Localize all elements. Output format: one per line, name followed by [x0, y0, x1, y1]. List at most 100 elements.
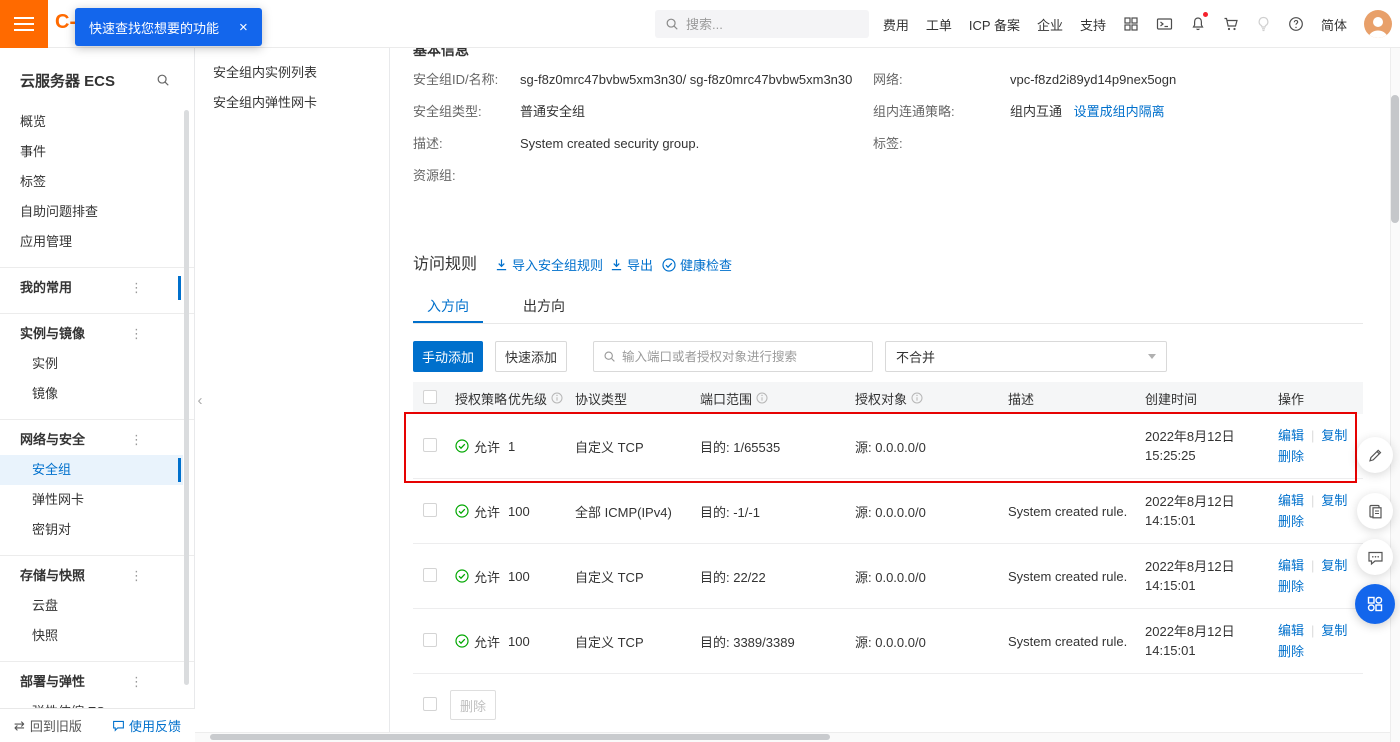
nav-billing[interactable]: 费用: [883, 15, 909, 34]
sidebar-item-instances[interactable]: 实例: [0, 349, 183, 379]
more-icon[interactable]: ⋮: [130, 319, 143, 349]
rule-search-input[interactable]: [622, 349, 852, 364]
edit-link[interactable]: 编辑: [1278, 493, 1304, 508]
source-cell: 源: 0.0.0.0/0: [855, 569, 926, 585]
sidebar-group-storage-snapshots[interactable]: 存储与快照 ⋮: [0, 561, 183, 591]
nav-enterprise[interactable]: 企业: [1037, 15, 1063, 34]
sidebar-group-instances-images[interactable]: 实例与镜像 ⋮: [0, 319, 183, 349]
edit-link[interactable]: 编辑: [1278, 558, 1304, 573]
export-link[interactable]: 导出: [610, 255, 653, 274]
cart-icon[interactable]: [1223, 16, 1239, 32]
edit-link[interactable]: 编辑: [1278, 428, 1304, 443]
nav-support[interactable]: 支持: [1080, 15, 1106, 34]
priority-cell: 100: [508, 568, 530, 584]
widget-expand-button[interactable]: [1355, 584, 1395, 624]
nav-tickets[interactable]: 工单: [926, 15, 952, 34]
sidebar-item-overview[interactable]: 概览: [0, 107, 183, 137]
delete-link[interactable]: 删除: [1278, 449, 1304, 464]
field-label-tags: 标签:: [873, 136, 903, 151]
notifications-bell-icon[interactable]: [1190, 12, 1208, 32]
copy-link[interactable]: 复制: [1321, 493, 1347, 508]
sidebar-item-tags[interactable]: 标签: [0, 167, 183, 197]
info-icon[interactable]: [551, 392, 563, 404]
feedback-edit-button[interactable]: [1357, 437, 1393, 473]
batch-checkbox[interactable]: [423, 696, 437, 711]
sidebar-item-key-pairs[interactable]: 密钥对: [0, 515, 183, 545]
merge-select[interactable]: 不合并: [885, 341, 1167, 372]
subnav-item-instances-in-group[interactable]: 安全组内实例列表: [195, 58, 389, 88]
field-value-network: vpc-f8zd2i89yd14p9nex5ogn: [1010, 72, 1177, 87]
source-cell: 源: 0.0.0.0/0: [855, 634, 926, 650]
quick-add-button[interactable]: 快速添加: [495, 341, 567, 372]
feedback-link[interactable]: 使用反馈: [112, 716, 181, 735]
global-search-input[interactable]: [686, 16, 846, 32]
source-cell: 源: 0.0.0.0/0: [855, 504, 926, 520]
horizontal-scrollbar-thumb[interactable]: [210, 734, 830, 740]
alibaba-cloud-logo[interactable]: C-: [55, 11, 76, 34]
close-icon[interactable]: ×: [239, 20, 248, 35]
row-checkbox[interactable]: [423, 567, 437, 582]
sidebar-item-events[interactable]: 事件: [0, 137, 183, 167]
subnav-item-enis-in-group[interactable]: 安全组内弹性网卡: [195, 88, 389, 118]
sidebar-item-security-groups[interactable]: 安全组: [0, 455, 183, 485]
copy-link[interactable]: 复制: [1321, 428, 1347, 443]
more-icon[interactable]: ⋮: [130, 667, 143, 697]
user-avatar[interactable]: [1364, 10, 1392, 38]
copy-link[interactable]: 复制: [1321, 623, 1347, 638]
help-icon[interactable]: [1288, 16, 1304, 32]
sidebar-item-enis[interactable]: 弹性网卡: [0, 485, 183, 515]
hamburger-menu-icon[interactable]: [0, 0, 48, 48]
sidebar-item-images[interactable]: 镜像: [0, 379, 183, 409]
field-label-intra-policy: 组内连通策略:: [873, 104, 955, 119]
notification-badge: [1202, 12, 1208, 17]
priority-cell: 1: [508, 438, 516, 454]
back-to-old-version-link[interactable]: ⇄ 回到旧版: [14, 716, 82, 735]
copy-link[interactable]: 复制: [1321, 558, 1347, 573]
more-icon[interactable]: ⋮: [130, 273, 143, 303]
sidebar-group-favorites[interactable]: 我的常用 ⋮: [0, 273, 183, 303]
tab-inbound[interactable]: 入方向: [413, 290, 483, 323]
sidebar-group-deployment-elasticity[interactable]: 部署与弹性 ⋮: [0, 667, 183, 697]
survey-chat-button[interactable]: [1357, 539, 1393, 575]
more-icon[interactable]: ⋮: [130, 561, 143, 591]
panel-collapse-button[interactable]: ‹: [192, 382, 208, 418]
sidebar-search-icon[interactable]: [156, 73, 170, 91]
info-icon[interactable]: [911, 392, 923, 404]
divider: [0, 555, 194, 556]
sidebar-item-disks[interactable]: 云盘: [0, 591, 183, 621]
row-checkbox[interactable]: [423, 632, 437, 647]
import-rules-link[interactable]: 导入安全组规则: [495, 255, 603, 274]
documentation-button[interactable]: [1357, 493, 1393, 529]
delete-link[interactable]: 删除: [1278, 579, 1304, 594]
sidebar-item-app-management[interactable]: 应用管理: [0, 227, 183, 257]
delete-link[interactable]: 删除: [1278, 644, 1304, 659]
sidebar-item-snapshots[interactable]: 快照: [0, 621, 183, 651]
more-icon[interactable]: ⋮: [130, 425, 143, 455]
health-check-link[interactable]: 健康检查: [662, 255, 732, 274]
cloud-shell-icon[interactable]: [1156, 16, 1173, 32]
description-cell: System created rule.: [1008, 568, 1128, 584]
tab-outbound[interactable]: 出方向: [509, 290, 579, 323]
column-header-authorization-object: 授权对象: [855, 389, 1008, 408]
row-checkbox[interactable]: [423, 437, 437, 452]
description-cell: System created rule.: [1008, 503, 1128, 519]
select-all-checkbox[interactable]: [423, 389, 437, 404]
nav-icp[interactable]: ICP 备案: [969, 15, 1020, 34]
info-icon[interactable]: [756, 392, 768, 404]
language-selector[interactable]: 简体: [1321, 15, 1347, 34]
sidebar-scrollbar-thumb[interactable]: [184, 110, 189, 685]
main-content: 基本信息 安全组ID/名称: sg-f8z0mrc47bvbw5xm3n30/ …: [390, 0, 1390, 732]
edit-link[interactable]: 编辑: [1278, 623, 1304, 638]
row-checkbox[interactable]: [423, 502, 437, 517]
app-grid-icon[interactable]: [1123, 16, 1139, 32]
product-title: 云服务器 ECS: [20, 73, 116, 90]
manual-add-button[interactable]: 手动添加: [413, 341, 483, 372]
page-scrollbar-thumb[interactable]: [1391, 95, 1399, 223]
delete-link[interactable]: 删除: [1278, 514, 1304, 529]
search-icon: [666, 18, 678, 30]
batch-delete-button[interactable]: 删除: [450, 690, 496, 720]
set-isolation-link[interactable]: 设置成组内隔离: [1074, 104, 1165, 119]
sidebar-group-network-security[interactable]: 网络与安全 ⋮: [0, 425, 183, 455]
lightbulb-icon[interactable]: [1256, 16, 1271, 32]
sidebar-item-self-troubleshoot[interactable]: 自助问题排查: [0, 197, 183, 227]
